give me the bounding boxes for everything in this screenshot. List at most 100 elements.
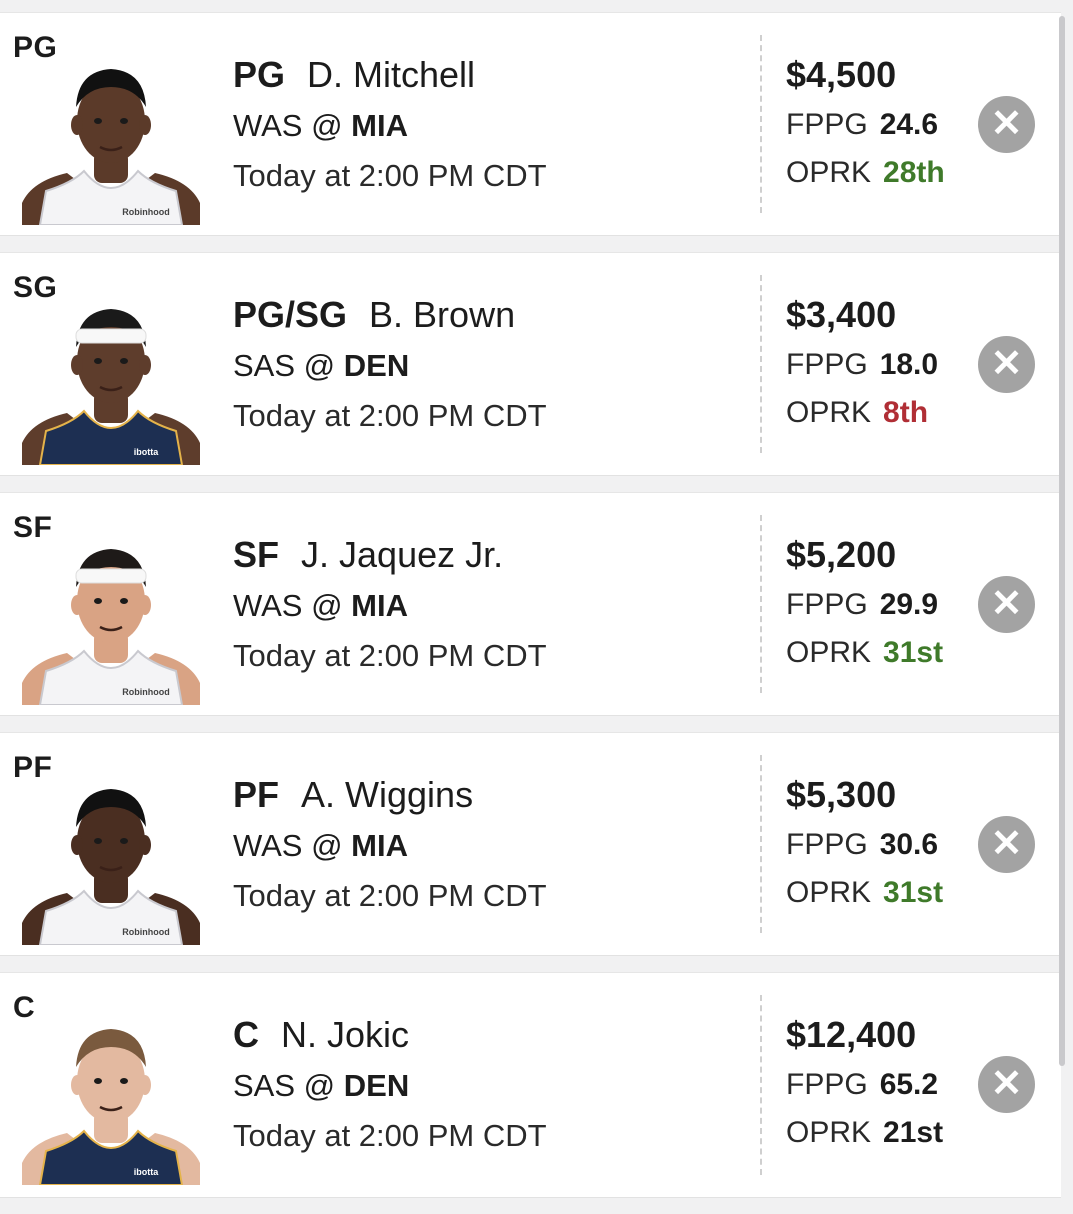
fppg-stat: FPPG 30.6 [786, 825, 943, 865]
player-headshot: Robinhood [22, 523, 200, 705]
oprk-label: OPRK [786, 636, 872, 669]
close-icon: ✕ [990, 583, 1023, 625]
player-stats: $12,400 FPPG 65.2 OPRK 21st [786, 1013, 943, 1153]
away-team: SAS @ [233, 348, 336, 383]
matchup: WAS @ MIA [233, 825, 547, 867]
player-stats: $5,200 FPPG 29.9 OPRK 31st [786, 533, 943, 673]
oprk-value: 31st [883, 876, 944, 909]
svg-text:Robinhood: Robinhood [122, 927, 169, 937]
player-card-c[interactable]: C ibotta C N. Jokic SAS @ DEN Today at 2:… [0, 972, 1061, 1198]
player-info: PG/SG B. Brown SAS @ DEN Today at 2:00 PM… [233, 293, 547, 437]
fppg-value: 30.6 [879, 828, 939, 861]
salary: $12,400 [786, 1014, 917, 1055]
remove-player-button[interactable]: ✕ [978, 336, 1035, 393]
remove-player-button[interactable]: ✕ [978, 1056, 1035, 1113]
fppg-stat: FPPG 65.2 [786, 1065, 943, 1105]
salary: $5,200 [786, 534, 897, 575]
game-time: Today at 2:00 PM CDT [233, 1118, 547, 1153]
svg-text:ibotta: ibotta [134, 1167, 159, 1177]
oprk-value: 8th [883, 396, 929, 429]
player-name[interactable]: A. Wiggins [301, 774, 473, 815]
player-stats: $4,500 FPPG 24.6 OPRK 28th [786, 53, 945, 193]
player-position: C [233, 1014, 259, 1055]
home-team: MIA [351, 588, 408, 623]
player-card-sg[interactable]: SG ibotta PG/SG B. Brown SAS @ DEN Today … [0, 252, 1061, 476]
home-team: MIA [351, 828, 408, 863]
salary: $4,500 [786, 54, 897, 95]
close-icon: ✕ [990, 823, 1023, 865]
player-info: C N. Jokic SAS @ DEN Today at 2:00 PM CDT [233, 1013, 547, 1157]
away-team: SAS @ [233, 1068, 336, 1103]
divider [760, 995, 762, 1175]
fppg-label: FPPG [786, 108, 868, 141]
player-position: SF [233, 534, 280, 575]
fppg-label: FPPG [786, 348, 868, 381]
oprk-stat: OPRK 31st [786, 633, 943, 673]
fppg-value: 65.2 [879, 1068, 939, 1101]
oprk-stat: OPRK 31st [786, 873, 943, 913]
close-icon: ✕ [990, 103, 1023, 145]
oprk-value: 21st [883, 1116, 944, 1149]
matchup: SAS @ DEN [233, 1065, 547, 1107]
player-stats: $3,400 FPPG 18.0 OPRK 8th [786, 293, 938, 433]
game-time: Today at 2:00 PM CDT [233, 638, 547, 673]
fppg-value: 18.0 [879, 348, 939, 381]
player-position: PG/SG [233, 294, 348, 335]
game-time: Today at 2:00 PM CDT [233, 398, 547, 433]
matchup: WAS @ MIA [233, 585, 547, 627]
oprk-label: OPRK [786, 1116, 872, 1149]
player-position: PF [233, 774, 280, 815]
remove-player-button[interactable]: ✕ [978, 96, 1035, 153]
lineup-list: PG Robinhood PG D. Mitchell WAS @ MIA Tod… [0, 12, 1073, 1214]
fppg-value: 29.9 [879, 588, 939, 621]
player-headshot: ibotta [22, 283, 200, 465]
home-team: MIA [351, 108, 408, 143]
game-time: Today at 2:00 PM CDT [233, 878, 547, 913]
scrollbar[interactable] [1059, 16, 1065, 1066]
player-position: PG [233, 54, 286, 95]
matchup: SAS @ DEN [233, 345, 547, 387]
player-info: PG D. Mitchell WAS @ MIA Today at 2:00 PM… [233, 53, 547, 197]
player-name[interactable]: B. Brown [369, 294, 515, 335]
salary: $3,400 [786, 294, 897, 335]
oprk-stat: OPRK 21st [786, 1113, 943, 1153]
player-stats: $5,300 FPPG 30.6 OPRK 31st [786, 773, 943, 913]
remove-player-button[interactable]: ✕ [978, 576, 1035, 633]
svg-text:Robinhood: Robinhood [122, 687, 169, 697]
player-name[interactable]: D. Mitchell [307, 54, 475, 95]
player-card-pf[interactable]: PF Robinhood PF A. Wiggins WAS @ MIA Toda… [0, 732, 1061, 956]
svg-text:ibotta: ibotta [134, 447, 159, 457]
fppg-stat: FPPG 18.0 [786, 345, 938, 385]
oprk-label: OPRK [786, 156, 872, 189]
divider [760, 35, 762, 213]
home-team: DEN [343, 348, 410, 383]
close-icon: ✕ [990, 343, 1023, 385]
player-headshot: Robinhood [22, 43, 200, 225]
headshot-illustration: Robinhood [22, 549, 200, 705]
oprk-value: 28th [883, 156, 945, 189]
fppg-label: FPPG [786, 828, 868, 861]
fppg-stat: FPPG 29.9 [786, 585, 943, 625]
player-headshot: ibotta [22, 1003, 200, 1185]
salary: $5,300 [786, 774, 897, 815]
player-card-pg[interactable]: PG Robinhood PG D. Mitchell WAS @ MIA Tod… [0, 12, 1061, 236]
player-name[interactable]: N. Jokic [281, 1014, 409, 1055]
away-team: WAS @ [233, 588, 343, 623]
close-icon: ✕ [990, 1063, 1023, 1105]
home-team: DEN [343, 1068, 410, 1103]
player-card-sf[interactable]: SF Robinhood SF J. Jaquez Jr. WAS @ MIA T… [0, 492, 1061, 716]
player-info: PF A. Wiggins WAS @ MIA Today at 2:00 PM … [233, 773, 547, 917]
oprk-stat: OPRK 8th [786, 393, 938, 433]
player-info: SF J. Jaquez Jr. WAS @ MIA Today at 2:00 … [233, 533, 547, 677]
fppg-label: FPPG [786, 588, 868, 621]
oprk-stat: OPRK 28th [786, 153, 945, 193]
away-team: WAS @ [233, 828, 343, 863]
oprk-label: OPRK [786, 876, 872, 909]
player-name[interactable]: J. Jaquez Jr. [301, 534, 503, 575]
divider [760, 515, 762, 693]
matchup: WAS @ MIA [233, 105, 547, 147]
oprk-label: OPRK [786, 396, 872, 429]
headshot-illustration: ibotta [22, 309, 200, 465]
remove-player-button[interactable]: ✕ [978, 816, 1035, 873]
fppg-label: FPPG [786, 1068, 868, 1101]
